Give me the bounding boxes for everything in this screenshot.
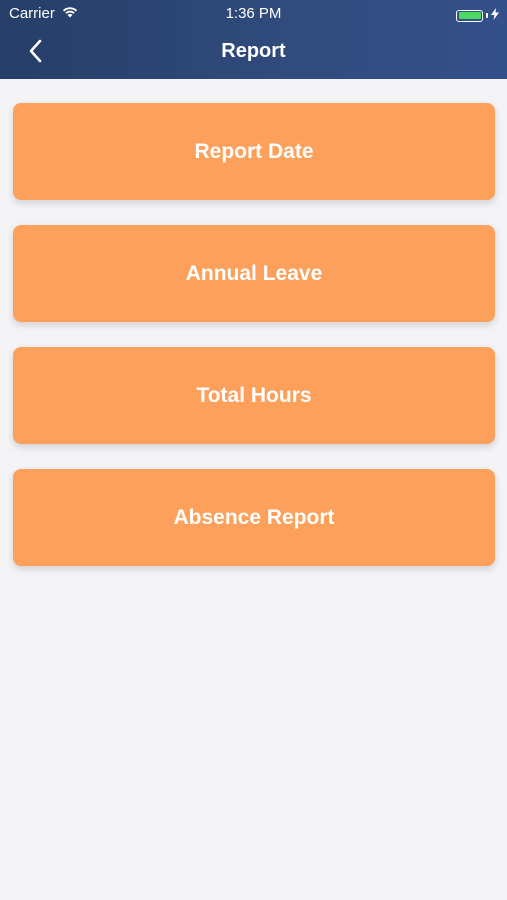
battery-icon xyxy=(456,9,483,22)
annual-leave-button[interactable]: Annual Leave xyxy=(13,225,495,322)
status-time: 1:36 PM xyxy=(225,5,282,22)
report-date-button[interactable]: Report Date xyxy=(13,103,495,200)
battery-indicator xyxy=(456,7,499,24)
battery-tip xyxy=(486,13,488,18)
total-hours-button[interactable]: Total Hours xyxy=(13,347,495,444)
battery-level xyxy=(458,12,481,19)
absence-report-button[interactable]: Absence Report xyxy=(13,469,495,566)
page-title: Report xyxy=(221,40,286,62)
charging-bolt-icon xyxy=(491,7,499,24)
navigation-bar: Report xyxy=(0,28,507,79)
app-header: Carrier 1:36 PM Report xyxy=(0,0,507,79)
status-bar: Carrier 1:36 PM xyxy=(0,0,507,28)
report-menu: Report Date Annual Leave Total Hours Abs… xyxy=(13,103,495,591)
